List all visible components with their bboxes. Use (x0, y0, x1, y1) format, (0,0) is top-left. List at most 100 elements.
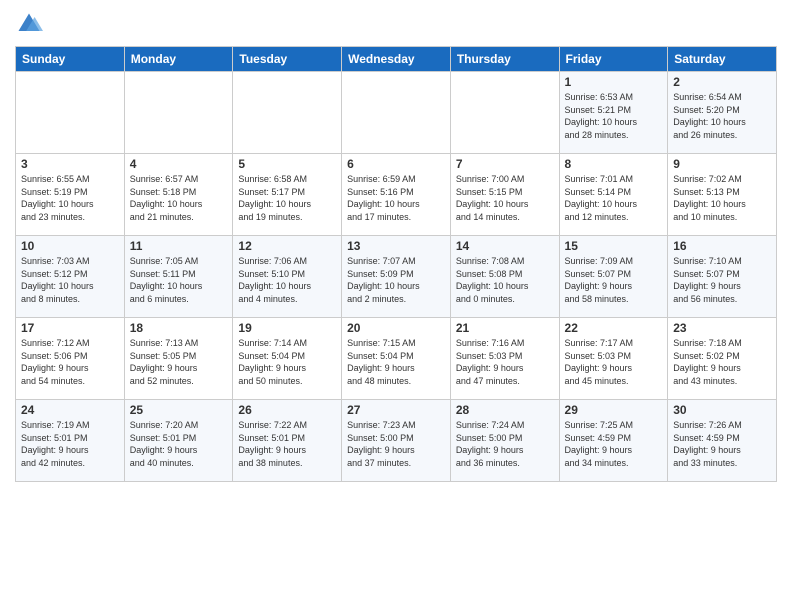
calendar-cell: 5Sunrise: 6:58 AM Sunset: 5:17 PM Daylig… (233, 154, 342, 236)
day-number: 19 (238, 321, 336, 335)
day-number: 12 (238, 239, 336, 253)
calendar-cell: 16 Sunrise: 7:10 AM Sunset: 5:07 PM Dayli… (668, 236, 777, 318)
day-info: Sunrise: 6:59 AM Sunset: 5:16 PM Dayligh… (347, 173, 445, 223)
day-info: Sunrise: 7:17 AM Sunset: 5:03 PM Dayligh… (565, 337, 663, 387)
calendar-cell: 11Sunrise: 7:05 AM Sunset: 5:11 PM Dayli… (124, 236, 233, 318)
day-info: Sunrise: 7:05 AM Sunset: 5:11 PM Dayligh… (130, 255, 228, 305)
day-info: Sunrise: 6:53 AM Sunset: 5:21 PM Dayligh… (565, 91, 663, 141)
calendar-week-row: 1Sunrise: 6:53 AM Sunset: 5:21 PM Daylig… (16, 72, 777, 154)
day-info: Sunrise: 7:09 AM Sunset: 5:07 PM Dayligh… (565, 255, 663, 305)
day-number: 18 (130, 321, 228, 335)
day-number: 21 (456, 321, 554, 335)
calendar-cell (124, 72, 233, 154)
calendar-cell: 12 Sunrise: 7:06 AM Sunset: 5:10 PM Dayli… (233, 236, 342, 318)
day-number: 15 (565, 239, 663, 253)
day-number: 23 (673, 321, 771, 335)
calendar-week-row: 17 Sunrise: 7:12 AM Sunset: 5:06 PM Dayli… (16, 318, 777, 400)
header (15, 10, 777, 38)
calendar-week-row: 3 Sunrise: 6:55 AM Sunset: 5:19 PM Daylig… (16, 154, 777, 236)
day-header-thursday: Thursday (450, 47, 559, 72)
day-header-sunday: Sunday (16, 47, 125, 72)
day-info: Sunrise: 7:02 AM Sunset: 5:13 PM Dayligh… (673, 173, 771, 223)
calendar-cell: 2 Sunrise: 6:54 AM Sunset: 5:20 PM Daylig… (668, 72, 777, 154)
calendar-cell: 23Sunrise: 7:18 AM Sunset: 5:02 PM Dayli… (668, 318, 777, 400)
calendar-cell: 21 Sunrise: 7:16 AM Sunset: 5:03 PM Dayli… (450, 318, 559, 400)
day-number: 3 (21, 157, 119, 171)
day-info: Sunrise: 7:19 AM Sunset: 5:01 PM Dayligh… (21, 419, 119, 469)
day-number: 8 (565, 157, 663, 171)
day-info: Sunrise: 6:55 AM Sunset: 5:19 PM Dayligh… (21, 173, 119, 223)
logo (15, 10, 47, 38)
day-header-wednesday: Wednesday (342, 47, 451, 72)
calendar-cell: 27Sunrise: 7:23 AM Sunset: 5:00 PM Dayli… (342, 400, 451, 482)
calendar-cell: 3 Sunrise: 6:55 AM Sunset: 5:19 PM Daylig… (16, 154, 125, 236)
calendar-cell: 15 Sunrise: 7:09 AM Sunset: 5:07 PM Dayli… (559, 236, 668, 318)
calendar-cell: 10Sunrise: 7:03 AM Sunset: 5:12 PM Dayli… (16, 236, 125, 318)
day-info: Sunrise: 6:54 AM Sunset: 5:20 PM Dayligh… (673, 91, 771, 141)
day-info: Sunrise: 7:06 AM Sunset: 5:10 PM Dayligh… (238, 255, 336, 305)
calendar-cell: 24 Sunrise: 7:19 AM Sunset: 5:01 PM Dayli… (16, 400, 125, 482)
day-number: 2 (673, 75, 771, 89)
day-number: 30 (673, 403, 771, 417)
day-number: 13 (347, 239, 445, 253)
day-number: 26 (238, 403, 336, 417)
calendar-header-row: SundayMondayTuesdayWednesdayThursdayFrid… (16, 47, 777, 72)
day-info: Sunrise: 7:15 AM Sunset: 5:04 PM Dayligh… (347, 337, 445, 387)
main-container: SundayMondayTuesdayWednesdayThursdayFrid… (0, 0, 792, 492)
day-number: 17 (21, 321, 119, 335)
day-info: Sunrise: 7:13 AM Sunset: 5:05 PM Dayligh… (130, 337, 228, 387)
day-info: Sunrise: 7:22 AM Sunset: 5:01 PM Dayligh… (238, 419, 336, 469)
day-info: Sunrise: 7:20 AM Sunset: 5:01 PM Dayligh… (130, 419, 228, 469)
calendar-cell: 25 Sunrise: 7:20 AM Sunset: 5:01 PM Dayli… (124, 400, 233, 482)
day-info: Sunrise: 6:57 AM Sunset: 5:18 PM Dayligh… (130, 173, 228, 223)
day-number: 25 (130, 403, 228, 417)
calendar-cell: 20 Sunrise: 7:15 AM Sunset: 5:04 PM Dayli… (342, 318, 451, 400)
calendar-cell (16, 72, 125, 154)
day-number: 28 (456, 403, 554, 417)
day-number: 7 (456, 157, 554, 171)
day-info: Sunrise: 7:24 AM Sunset: 5:00 PM Dayligh… (456, 419, 554, 469)
day-number: 20 (347, 321, 445, 335)
calendar-week-row: 10Sunrise: 7:03 AM Sunset: 5:12 PM Dayli… (16, 236, 777, 318)
day-number: 22 (565, 321, 663, 335)
calendar-cell (450, 72, 559, 154)
calendar-cell: 17 Sunrise: 7:12 AM Sunset: 5:06 PM Dayli… (16, 318, 125, 400)
calendar-cell: 7 Sunrise: 7:00 AM Sunset: 5:15 PM Daylig… (450, 154, 559, 236)
calendar-cell: 6Sunrise: 6:59 AM Sunset: 5:16 PM Daylig… (342, 154, 451, 236)
day-number: 27 (347, 403, 445, 417)
day-header-monday: Monday (124, 47, 233, 72)
calendar-table: SundayMondayTuesdayWednesdayThursdayFrid… (15, 46, 777, 482)
calendar-cell: 13 Sunrise: 7:07 AM Sunset: 5:09 PM Dayli… (342, 236, 451, 318)
calendar-cell (342, 72, 451, 154)
logo-icon (15, 10, 43, 38)
calendar-cell: 26 Sunrise: 7:22 AM Sunset: 5:01 PM Dayli… (233, 400, 342, 482)
day-info: Sunrise: 7:10 AM Sunset: 5:07 PM Dayligh… (673, 255, 771, 305)
day-number: 14 (456, 239, 554, 253)
calendar-cell: 1Sunrise: 6:53 AM Sunset: 5:21 PM Daylig… (559, 72, 668, 154)
calendar-cell (233, 72, 342, 154)
calendar-cell: 14 Sunrise: 7:08 AM Sunset: 5:08 PM Dayli… (450, 236, 559, 318)
calendar-cell: 18 Sunrise: 7:13 AM Sunset: 5:05 PM Dayli… (124, 318, 233, 400)
calendar-cell: 29 Sunrise: 7:25 AM Sunset: 4:59 PM Dayli… (559, 400, 668, 482)
day-header-tuesday: Tuesday (233, 47, 342, 72)
day-info: Sunrise: 7:07 AM Sunset: 5:09 PM Dayligh… (347, 255, 445, 305)
calendar-week-row: 24 Sunrise: 7:19 AM Sunset: 5:01 PM Dayli… (16, 400, 777, 482)
day-number: 16 (673, 239, 771, 253)
day-number: 29 (565, 403, 663, 417)
day-info: Sunrise: 7:25 AM Sunset: 4:59 PM Dayligh… (565, 419, 663, 469)
day-info: Sunrise: 7:16 AM Sunset: 5:03 PM Dayligh… (456, 337, 554, 387)
day-info: Sunrise: 7:00 AM Sunset: 5:15 PM Dayligh… (456, 173, 554, 223)
calendar-cell: 19Sunrise: 7:14 AM Sunset: 5:04 PM Dayli… (233, 318, 342, 400)
day-number: 24 (21, 403, 119, 417)
calendar-cell: 4Sunrise: 6:57 AM Sunset: 5:18 PM Daylig… (124, 154, 233, 236)
calendar-cell: 22 Sunrise: 7:17 AM Sunset: 5:03 PM Dayli… (559, 318, 668, 400)
calendar-cell: 30 Sunrise: 7:26 AM Sunset: 4:59 PM Dayli… (668, 400, 777, 482)
calendar-cell: 9 Sunrise: 7:02 AM Sunset: 5:13 PM Daylig… (668, 154, 777, 236)
day-header-friday: Friday (559, 47, 668, 72)
day-info: Sunrise: 7:08 AM Sunset: 5:08 PM Dayligh… (456, 255, 554, 305)
day-info: Sunrise: 7:26 AM Sunset: 4:59 PM Dayligh… (673, 419, 771, 469)
day-info: Sunrise: 7:12 AM Sunset: 5:06 PM Dayligh… (21, 337, 119, 387)
calendar-cell: 8Sunrise: 7:01 AM Sunset: 5:14 PM Daylig… (559, 154, 668, 236)
day-header-saturday: Saturday (668, 47, 777, 72)
day-number: 9 (673, 157, 771, 171)
